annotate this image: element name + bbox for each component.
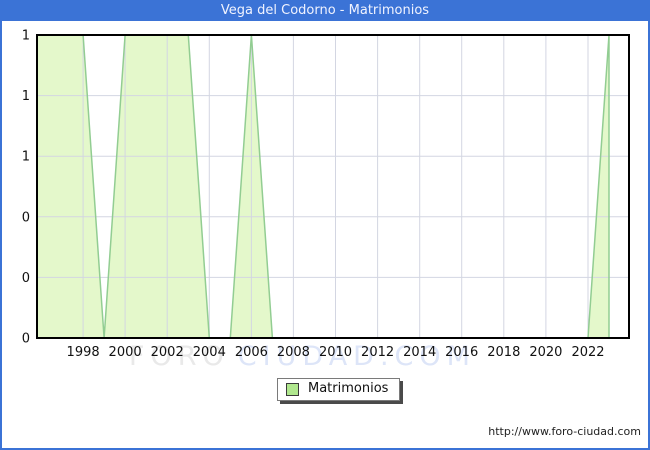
- area-fill-matrimonios: [37, 35, 609, 338]
- footer-url[interactable]: http://www.foro-ciudad.com: [488, 425, 641, 438]
- y-tick-label: 0: [22, 332, 30, 347]
- legend: Matrimonios: [277, 378, 401, 401]
- x-tick-label: 2008: [277, 345, 310, 360]
- x-tick-label: 2010: [319, 345, 352, 360]
- x-tick-label: 2002: [151, 345, 184, 360]
- x-tick-label: 1998: [67, 345, 100, 360]
- y-tick-label: 0: [22, 210, 30, 225]
- legend-swatch-matrimonios: [286, 382, 299, 396]
- y-tick-label: 0: [22, 271, 30, 286]
- x-tick-label: 2006: [235, 345, 268, 360]
- page-title: Vega del Codorno - Matrimonios: [220, 3, 430, 18]
- x-tick-label: 2014: [403, 345, 436, 360]
- y-tick-label: 1: [22, 89, 30, 104]
- x-tick-label: 2022: [571, 345, 604, 360]
- legend-label: Matrimonios: [308, 381, 389, 396]
- x-tick-label: 2012: [361, 345, 394, 360]
- chart-window: Vega del Codorno - Matrimonios FORO CIUDA…: [0, 0, 650, 450]
- x-tick-label: 2016: [445, 345, 478, 360]
- x-tick-label: 2000: [109, 345, 142, 360]
- y-tick-label: 1: [22, 150, 30, 165]
- x-tick-label: 2020: [529, 345, 562, 360]
- x-tick-label: 2018: [487, 345, 520, 360]
- x-tick-label: 2004: [193, 345, 226, 360]
- title-bar: Vega del Codorno - Matrimonios: [0, 0, 650, 21]
- y-tick-label: 1: [22, 29, 30, 44]
